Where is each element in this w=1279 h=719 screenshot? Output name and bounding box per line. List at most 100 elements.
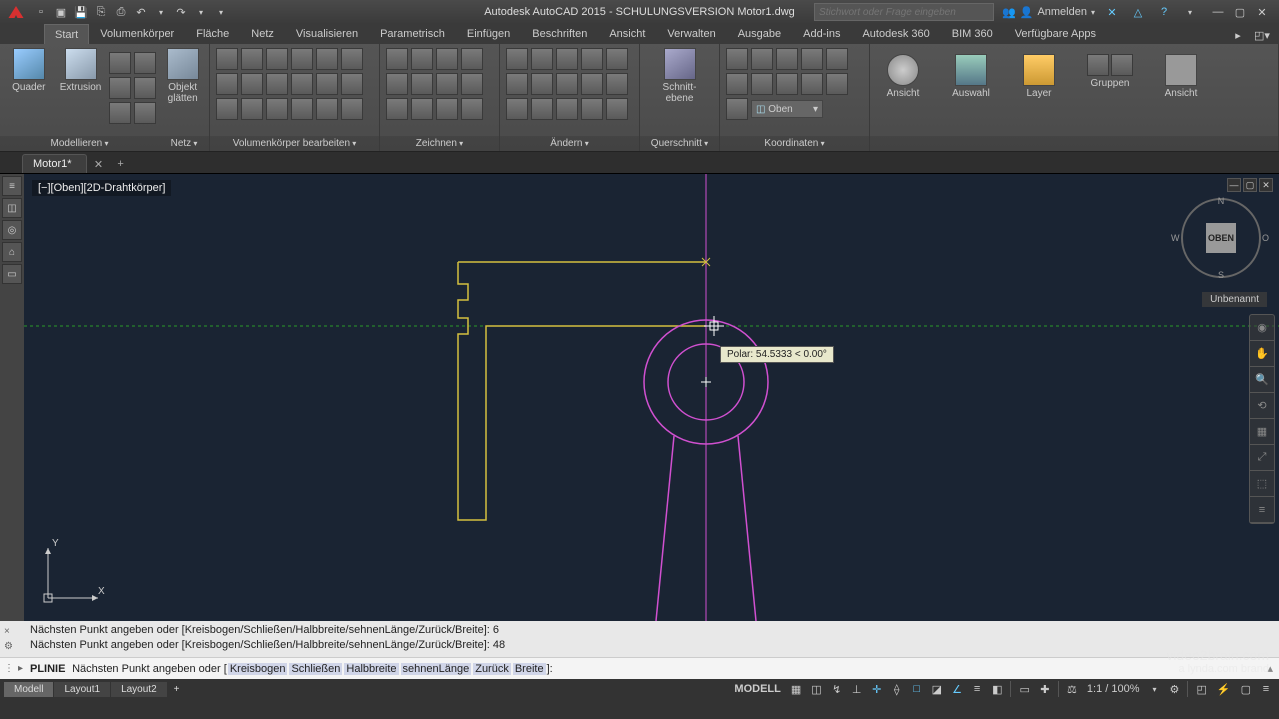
vkb-10[interactable] [291, 73, 313, 95]
mod-13[interactable] [556, 98, 578, 120]
panel-querschnitt-title[interactable]: Querschnitt [640, 136, 719, 151]
coord-5[interactable] [826, 48, 848, 70]
qat-undo-dropdown[interactable] [152, 3, 170, 21]
tab-visualisieren[interactable]: Visualisieren [285, 24, 369, 44]
draw-9[interactable] [386, 98, 408, 120]
tab-ausgabe[interactable]: Ausgabe [727, 24, 792, 44]
cmd-opt-breite[interactable]: Breite [513, 663, 546, 675]
cmd-opt-sehnenlaenge[interactable]: sehnenLänge [401, 663, 472, 675]
draw-7[interactable] [436, 73, 458, 95]
vkb-16[interactable] [291, 98, 313, 120]
tab-verwalten[interactable]: Verwalten [656, 24, 726, 44]
panel-vkb-title[interactable]: Volumenkörper bearbeiten [210, 136, 379, 151]
viewcube-face[interactable]: OBEN [1206, 223, 1236, 253]
tab-flaeche[interactable]: Fläche [185, 24, 240, 44]
qat-redo-icon[interactable]: ↷ [172, 3, 190, 21]
mod-11[interactable] [506, 98, 528, 120]
status-gear-icon[interactable]: ⚙ [1165, 681, 1183, 698]
tab-a360[interactable]: Autodesk 360 [851, 24, 940, 44]
signin-dropdown[interactable] [1091, 6, 1095, 18]
vkb-14[interactable] [241, 98, 263, 120]
app-logo[interactable] [4, 2, 28, 22]
vkb-11[interactable] [316, 73, 338, 95]
cmd-opt-halbbreite[interactable]: Halbbreite [344, 663, 398, 675]
nav-pan-icon[interactable]: ✋ [1250, 341, 1274, 367]
status-cleanscreen-icon[interactable]: ▢ [1237, 681, 1255, 698]
gruppen-button[interactable]: Gruppen [1080, 54, 1140, 89]
nav-5[interactable]: ⤢ [1250, 445, 1274, 471]
model-tab-modell[interactable]: Modell [4, 682, 53, 697]
draw-6[interactable] [411, 73, 433, 95]
file-tab-new[interactable]: + [111, 155, 131, 173]
mod-5[interactable] [606, 48, 628, 70]
vkb-12[interactable] [341, 73, 363, 95]
qat-undo-icon[interactable]: ↶ [132, 3, 150, 21]
file-tab-add[interactable]: ✕ [89, 155, 109, 173]
nav-orbit-icon[interactable]: ⟲ [1250, 393, 1274, 419]
close-button[interactable]: ✕ [1251, 3, 1273, 21]
mod-3[interactable] [556, 48, 578, 70]
status-sc-icon[interactable]: ✚ [1036, 681, 1054, 698]
vkb-13[interactable] [216, 98, 238, 120]
nav-showmotion-icon[interactable]: ▦ [1250, 419, 1274, 445]
panel-aendern-title[interactable]: Ändern [500, 136, 639, 151]
lt-btn-2[interactable]: ◫ [2, 198, 22, 218]
lt-btn-4[interactable]: ⌂ [2, 242, 22, 262]
vkb-3[interactable] [266, 48, 288, 70]
tab-addins[interactable]: Add-ins [792, 24, 851, 44]
a360-icon[interactable]: △ [1129, 3, 1147, 21]
signin-group[interactable]: 👥 👤 Anmelden [1002, 6, 1095, 19]
schnittebene-button[interactable]: Schnitt- ebene [653, 48, 707, 104]
modellieren-sm1[interactable] [109, 52, 131, 74]
coord-2[interactable] [751, 48, 773, 70]
mod-14[interactable] [581, 98, 603, 120]
model-tab-add[interactable]: + [168, 682, 186, 697]
panel-zeichnen-title[interactable]: Zeichnen [380, 136, 499, 151]
modellieren-sm2[interactable] [134, 52, 156, 74]
draw-1[interactable] [386, 48, 408, 70]
coord-1[interactable] [726, 48, 748, 70]
maximize-button[interactable]: ▢ [1229, 3, 1251, 21]
vkb-5[interactable] [316, 48, 338, 70]
file-tab-motor1[interactable]: Motor1* [22, 154, 87, 173]
status-grid-icon[interactable]: ▦ [787, 681, 805, 698]
tab-einfuegen[interactable]: Einfügen [456, 24, 521, 44]
panel-koordinaten-title[interactable]: Koordinaten [720, 136, 869, 151]
auswahl-button[interactable]: Auswahl [944, 54, 998, 99]
vp-minimize[interactable]: — [1227, 178, 1241, 192]
qat-saveas-icon[interactable]: ⎘ [92, 3, 110, 21]
qat-save-icon[interactable]: 💾 [72, 3, 90, 21]
nav-zoom-icon[interactable]: 🔍 [1250, 367, 1274, 393]
coord-9[interactable] [801, 73, 823, 95]
vkb-9[interactable] [266, 73, 288, 95]
status-zoom-dropdown[interactable] [1145, 681, 1163, 697]
qat-plot-icon[interactable]: ⎙ [112, 3, 130, 21]
coord-7[interactable] [751, 73, 773, 95]
viewcube-named[interactable]: Unbenannt [1202, 292, 1267, 307]
lt-btn-5[interactable]: ▭ [2, 264, 22, 284]
status-zoom-label[interactable]: 1:1 / 100% [1083, 681, 1144, 697]
mod-6[interactable] [506, 73, 528, 95]
qat-open-icon[interactable]: ▣ [52, 3, 70, 21]
status-transp-icon[interactable]: ◧ [988, 681, 1006, 698]
mod-10[interactable] [606, 73, 628, 95]
qat-new-icon[interactable]: ▫ [32, 3, 50, 21]
vkb-1[interactable] [216, 48, 238, 70]
mod-2[interactable] [531, 48, 553, 70]
draw-2[interactable] [411, 48, 433, 70]
ucs-named-combo[interactable]: ◫ Oben▾ [751, 100, 823, 118]
help-search[interactable] [814, 3, 994, 21]
vkb-8[interactable] [241, 73, 263, 95]
vkb-17[interactable] [316, 98, 338, 120]
coord-4[interactable] [801, 48, 823, 70]
extrusion-button[interactable]: Extrusion [58, 48, 104, 93]
coord-11[interactable] [726, 98, 748, 120]
help-icon[interactable]: ? [1155, 3, 1173, 21]
status-annoscale-icon[interactable]: ⚖ [1063, 681, 1081, 698]
mod-8[interactable] [556, 73, 578, 95]
draw-5[interactable] [386, 73, 408, 95]
status-osnap-icon[interactable]: □ [908, 681, 926, 697]
nav-6[interactable]: ⬚ [1250, 471, 1274, 497]
tab-ansicht[interactable]: Ansicht [598, 24, 656, 44]
vp-close[interactable]: ✕ [1259, 178, 1273, 192]
